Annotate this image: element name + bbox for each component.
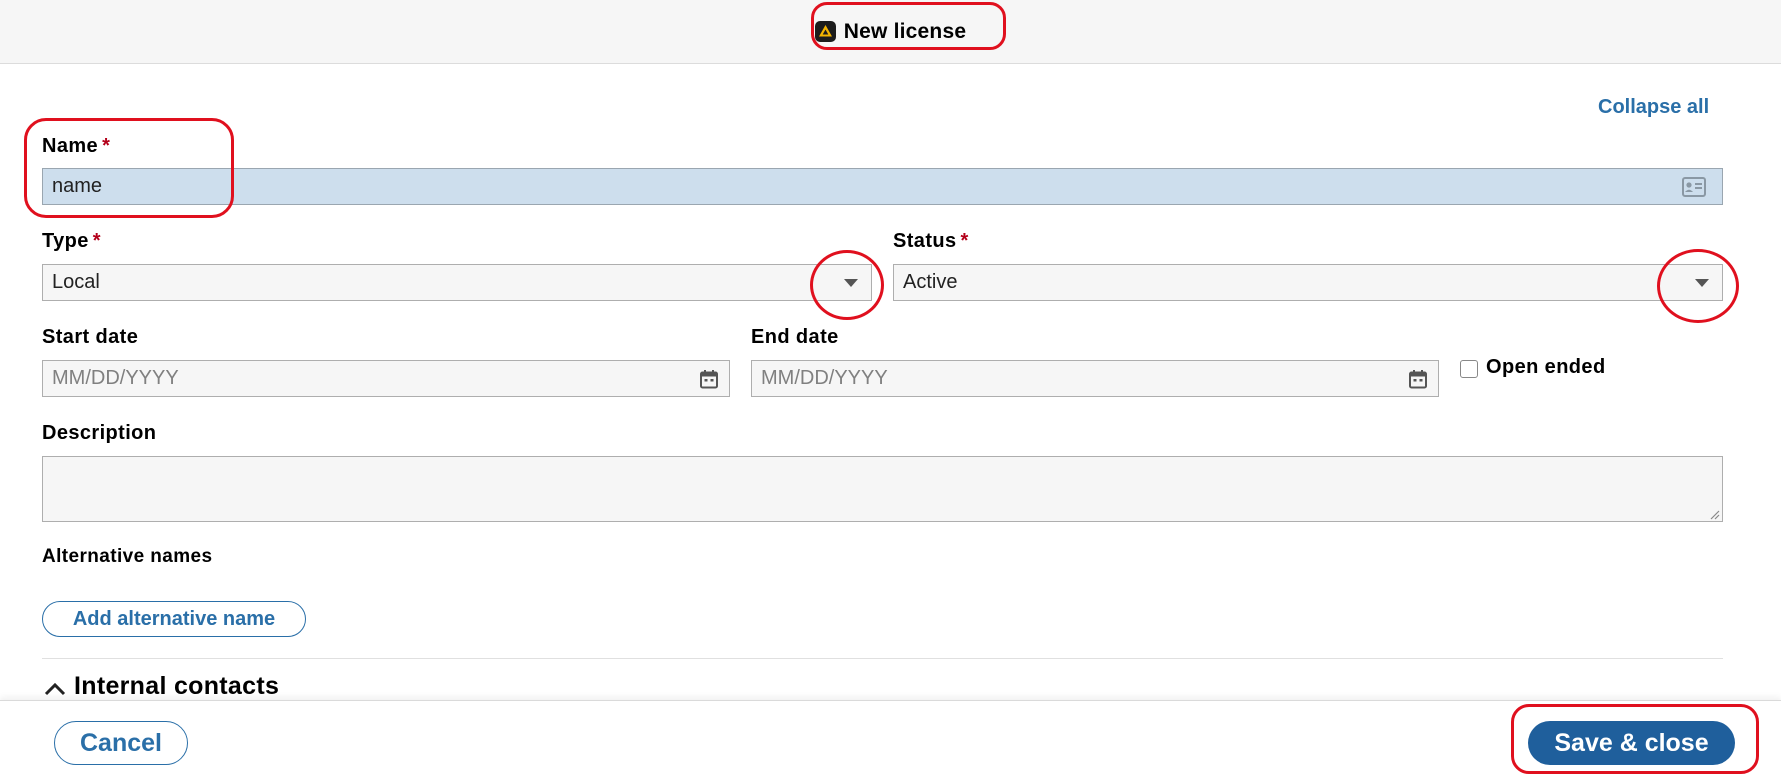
end-date-input[interactable]: MM/DD/YYYY [751, 360, 1439, 397]
start-date-label: Start date [42, 326, 139, 348]
add-alternative-name-button[interactable]: Add alternative name [42, 601, 306, 637]
calendar-icon[interactable] [1398, 361, 1438, 396]
name-input[interactable]: name [42, 168, 1723, 205]
internal-contacts-section-header[interactable]: Internal contacts [42, 672, 279, 701]
open-ended-checkbox[interactable] [1460, 360, 1478, 378]
end-date-placeholder: MM/DD/YYYY [761, 367, 888, 389]
status-select[interactable]: Active [893, 264, 1723, 301]
collapse-all-button[interactable]: Collapse all [1598, 96, 1709, 119]
description-label: Description [42, 422, 157, 444]
name-label: Name * [42, 135, 110, 158]
name-input-value: name [52, 175, 103, 197]
start-date-placeholder: MM/DD/YYYY [52, 367, 179, 389]
open-ended-label[interactable]: Open ended [1486, 356, 1606, 379]
alternative-names-label: Alternative names [42, 546, 213, 567]
resize-grip-icon[interactable] [1708, 507, 1720, 520]
name-label-text: Name [42, 135, 99, 157]
status-label: Status * [893, 230, 969, 253]
type-select-value: Local [52, 271, 100, 293]
save-and-close-button[interactable]: Save & close [1528, 721, 1735, 765]
calendar-icon[interactable] [689, 361, 729, 396]
type-label-text: Type [42, 230, 89, 252]
type-label: Type * [42, 230, 101, 253]
cancel-button[interactable]: Cancel [54, 721, 188, 765]
app-logo-icon [814, 21, 836, 42]
section-divider [42, 658, 1723, 659]
contact-card-icon[interactable] [1666, 169, 1722, 204]
chevron-down-icon[interactable] [1682, 265, 1722, 300]
pane-header: New license [0, 0, 1781, 64]
description-textarea[interactable] [42, 456, 1723, 522]
status-select-value: Active [903, 271, 958, 293]
internal-contacts-title: Internal contacts [74, 672, 280, 700]
pane-title: New license [814, 19, 967, 44]
pane-footer: Cancel Save & close [0, 700, 1781, 777]
pane-title-text: New license [843, 19, 967, 43]
status-label-text: Status [893, 230, 957, 252]
start-date-input[interactable]: MM/DD/YYYY [42, 360, 730, 397]
type-select[interactable]: Local [42, 264, 872, 301]
required-mark: * [92, 230, 101, 252]
chevron-down-icon[interactable] [831, 265, 871, 300]
required-mark: * [102, 135, 111, 157]
end-date-label: End date [751, 326, 839, 348]
required-mark: * [960, 230, 969, 252]
chevron-up-icon[interactable] [42, 677, 68, 697]
